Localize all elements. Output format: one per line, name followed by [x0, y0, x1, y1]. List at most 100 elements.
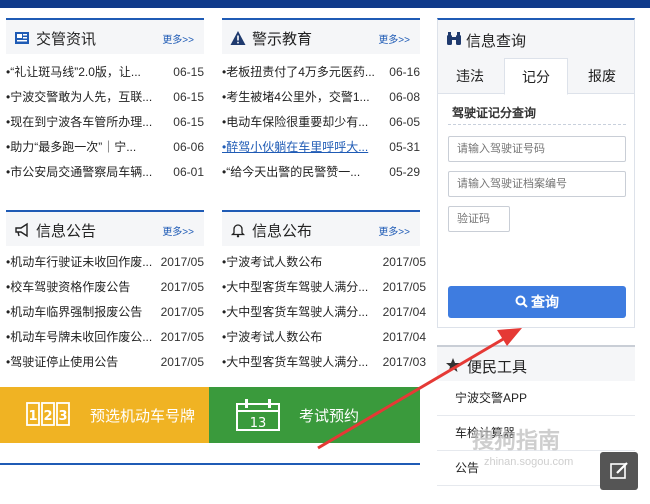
- info-notice-panel: 信息公告 更多>> •机动车行驶证未收回作废... 2017/05 •校车驾驶资格…: [6, 210, 204, 375]
- news-date: 2017/05: [160, 255, 204, 269]
- license-file-number-input[interactable]: [448, 171, 626, 197]
- list-item[interactable]: •老板扭责付了4万多元医药... 06-16: [222, 60, 420, 85]
- list-item[interactable]: •现在到宁波各车管所办理... 06-15: [6, 110, 204, 135]
- convenience-tools-header: 便民工具: [437, 345, 635, 381]
- police-education-title: 警示教育: [252, 31, 313, 48]
- list-item[interactable]: •机动车临界强制报废公告 2017/05: [6, 300, 204, 325]
- tab-points[interactable]: 记分: [504, 58, 568, 95]
- list-item[interactable]: •驾驶证停止使用公告 2017/05: [6, 350, 204, 375]
- convenience-tools-title: 便民工具: [467, 359, 528, 376]
- news-date: 06-06: [173, 140, 204, 154]
- tool-item-ningbo-app[interactable]: 宁波交警APP: [437, 381, 635, 416]
- info-notice-header: 信息公告 更多>>: [6, 210, 204, 246]
- list-item[interactable]: •电动车保险很重要却少有... 06-05: [222, 110, 420, 135]
- info-publish-more-link[interactable]: 更多>>: [378, 223, 410, 238]
- list-item[interactable]: •大中型客货车驾驶人满分... 2017/05: [222, 275, 426, 300]
- news-title[interactable]: •宁波交警敢为人先，互联...: [6, 85, 156, 110]
- news-title[interactable]: •机动车号牌未收回作废公...: [6, 325, 156, 350]
- tab-violation[interactable]: 违法: [438, 58, 502, 94]
- watermark-url: zhinan.sogou.com: [484, 456, 574, 468]
- exam-booking-banner[interactable]: 13 考试预约: [209, 387, 420, 443]
- list-item[interactable]: •机动车行驶证未收回作废... 2017/05: [6, 250, 204, 275]
- news-date: 2017/05: [160, 330, 204, 344]
- plate-preselect-banner[interactable]: 1 2 3 预选机动车号牌: [0, 387, 209, 443]
- news-date: 05-31: [389, 140, 420, 154]
- news-title[interactable]: •机动车临界强制报废公告: [6, 300, 156, 325]
- news-date: 06-05: [389, 115, 420, 129]
- list-item[interactable]: •宁波交警敢为人先，互联... 06-15: [6, 85, 204, 110]
- news-title[interactable]: •市公安局交通警察局车辆...: [6, 160, 156, 185]
- news-title[interactable]: •宁波考试人数公布: [222, 250, 374, 275]
- edit-button[interactable]: [600, 452, 638, 490]
- points-query-subtitle: 驾驶证记分查询: [452, 106, 537, 120]
- police-education-header: 警示教育 更多>>: [222, 18, 420, 54]
- news-date: 2017/05: [160, 355, 204, 369]
- news-date: 2017/05: [382, 280, 426, 294]
- news-date: 05-29: [389, 165, 420, 179]
- plate-number-icon: 1 2 3: [26, 402, 70, 426]
- list-item[interactable]: •“礼让斑马线”2.0版，让... 06-15: [6, 60, 204, 85]
- news-title[interactable]: •考生被堵4公里外，交警1...: [222, 85, 382, 110]
- svg-text:2: 2: [43, 409, 52, 424]
- traffic-news-more-link[interactable]: 更多>>: [162, 31, 194, 46]
- list-item[interactable]: •大中型客货车驾驶人满分... 2017/03: [222, 350, 426, 375]
- plate-preselect-label: 预选机动车号牌: [90, 408, 196, 425]
- news-title[interactable]: •现在到宁波各车管所办理...: [6, 110, 156, 135]
- watermark-text: 搜狗指南: [472, 428, 561, 453]
- news-icon: [15, 32, 29, 44]
- list-item[interactable]: •考生被堵4公里外，交警1... 06-08: [222, 85, 420, 110]
- query-button-label: 查询: [531, 294, 559, 310]
- info-notice-title: 信息公告: [36, 223, 97, 240]
- info-query-title: 信息查询: [466, 33, 527, 50]
- traffic-news-title: 交管资讯: [36, 31, 97, 48]
- info-publish-title: 信息公布: [252, 223, 313, 240]
- top-nav-bar: [0, 0, 650, 8]
- list-item[interactable]: •市公安局交通警察局车辆... 06-01: [6, 160, 204, 185]
- news-title[interactable]: •校车驾驶资格作废公告: [6, 275, 156, 300]
- news-title[interactable]: •老板扭责付了4万多元医药...: [222, 60, 382, 85]
- section-divider: [0, 463, 420, 465]
- info-notice-more-link[interactable]: 更多>>: [162, 223, 194, 238]
- tab-scrap[interactable]: 报废: [570, 58, 634, 94]
- list-item[interactable]: •“给今天出警的民警赞一... 05-29: [222, 160, 420, 185]
- news-title[interactable]: •驾驶证停止使用公告: [6, 350, 156, 375]
- traffic-news-header: 交管资讯 更多>>: [6, 18, 204, 54]
- info-publish-header: 信息公布 更多>>: [222, 210, 420, 246]
- warning-icon: [230, 31, 246, 45]
- news-title[interactable]: •大中型客货车驾驶人满分...: [222, 275, 374, 300]
- news-title[interactable]: •醉驾小伙躺在车里呼呼大...: [222, 135, 382, 160]
- news-title[interactable]: •大中型客货车驾驶人满分...: [222, 300, 374, 325]
- svg-text:1: 1: [28, 409, 37, 424]
- list-item[interactable]: •助力“最多跑一次”｜宁... 06-06: [6, 135, 204, 160]
- news-title[interactable]: •宁波考试人数公布: [222, 325, 374, 350]
- list-item[interactable]: •醉驾小伙躺在车里呼呼大... 05-31: [222, 135, 420, 160]
- news-title[interactable]: •电动车保险很重要却少有...: [222, 110, 382, 135]
- captcha-input[interactable]: [448, 206, 510, 232]
- dashed-divider: [448, 124, 626, 125]
- police-education-panel: 警示教育 更多>> •老板扭责付了4万多元医药... 06-16 •考生被堵4公里…: [222, 18, 420, 185]
- info-query-panel: 信息查询 违法 记分 报废 驾驶证记分查询 查询: [437, 18, 635, 328]
- list-item[interactable]: •校车驾驶资格作废公告 2017/05: [6, 275, 204, 300]
- binoculars-icon: [447, 32, 461, 45]
- news-title[interactable]: •大中型客货车驾驶人满分...: [222, 350, 374, 375]
- news-title[interactable]: •“给今天出警的民警赞一...: [222, 160, 382, 185]
- info-publish-panel: 信息公布 更多>> •宁波考试人数公布 2017/05 •大中型客货车驾驶人满分.…: [222, 210, 426, 375]
- query-button[interactable]: 查询: [448, 286, 626, 318]
- news-date: 2017/05: [160, 305, 204, 319]
- calendar-icon: 13: [236, 399, 280, 431]
- police-education-more-link[interactable]: 更多>>: [378, 31, 410, 46]
- news-title[interactable]: •机动车行驶证未收回作废...: [6, 250, 156, 275]
- news-date: 2017/05: [160, 280, 204, 294]
- news-date: 06-08: [389, 90, 420, 104]
- news-date: 2017/03: [382, 355, 426, 369]
- news-date: 06-16: [389, 65, 420, 79]
- list-item[interactable]: •机动车号牌未收回作废公... 2017/05: [6, 325, 204, 350]
- news-title[interactable]: •助力“最多跑一次”｜宁...: [6, 135, 156, 160]
- license-number-input[interactable]: [448, 136, 626, 162]
- list-item[interactable]: •宁波考试人数公布 2017/04: [222, 325, 426, 350]
- svg-text:3: 3: [58, 409, 67, 424]
- list-item[interactable]: •宁波考试人数公布 2017/05: [222, 250, 426, 275]
- news-date: 06-15: [173, 90, 204, 104]
- list-item[interactable]: •大中型客货车驾驶人满分... 2017/04: [222, 300, 426, 325]
- news-title[interactable]: •“礼让斑马线”2.0版，让...: [6, 60, 156, 85]
